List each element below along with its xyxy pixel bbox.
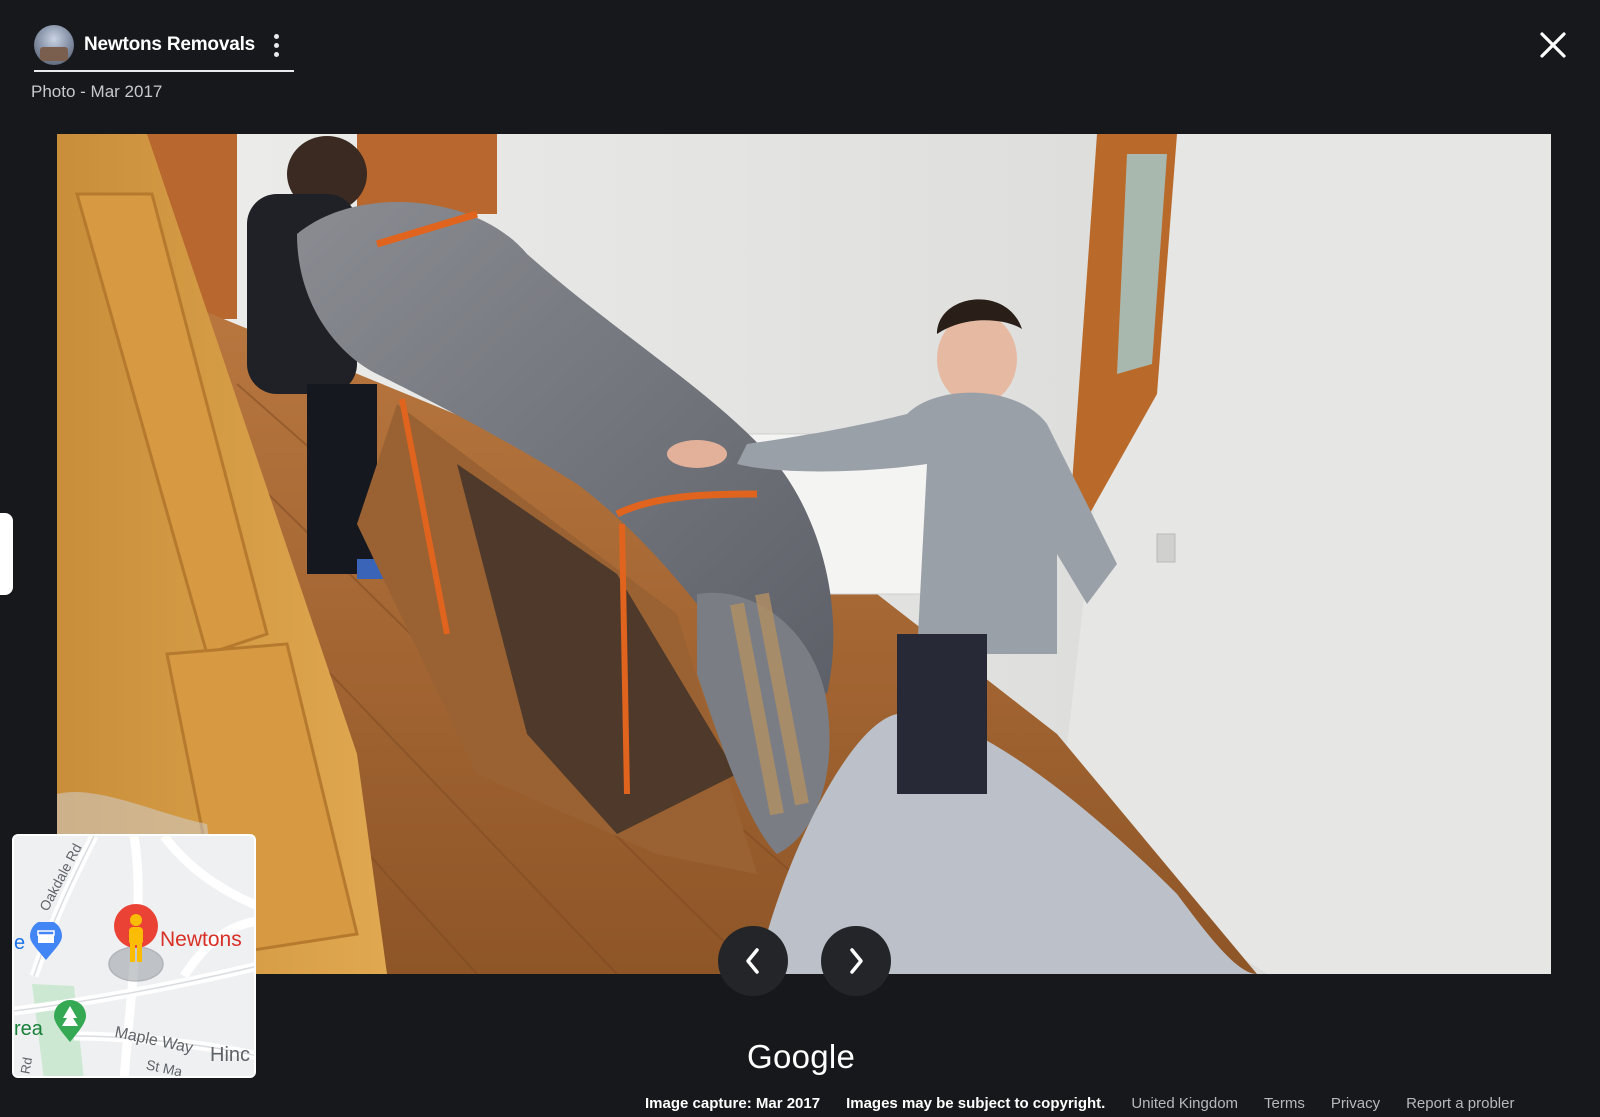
footer-report-link[interactable]: Report a probler <box>1406 1095 1514 1115</box>
footer-region[interactable]: United Kingdom <box>1131 1095 1238 1115</box>
footer-privacy-link[interactable]: Privacy <box>1331 1095 1380 1115</box>
place-avatar[interactable] <box>34 25 74 65</box>
next-photo-button[interactable] <box>821 926 891 996</box>
park-icon[interactable] <box>52 1000 88 1044</box>
footer-image-capture: Image capture: Mar 2017 <box>645 1095 821 1112</box>
map-label-area-fragment: rea <box>14 1018 43 1040</box>
close-icon[interactable] <box>1536 28 1570 62</box>
photo-viewer: Newtons Removals Photo - Mar 2017 Oakdal… <box>0 0 1600 1117</box>
place-title[interactable]: Newtons Removals <box>84 34 255 56</box>
photo-date-subtitle: Photo - Mar 2017 <box>31 82 163 101</box>
footer-bar: Image capture: Mar 2017 Images may be su… <box>645 1095 1540 1115</box>
place-pin-icon[interactable] <box>106 900 166 990</box>
map-label-corner-fragment: Rd <box>17 1056 36 1075</box>
footer-terms-link[interactable]: Terms <box>1264 1095 1305 1115</box>
previous-photo-button[interactable] <box>718 926 788 996</box>
place-header: Newtons Removals <box>34 20 294 72</box>
more-options-icon[interactable] <box>269 30 283 60</box>
chevron-left-icon <box>746 948 759 974</box>
footer-copyright: Images may be subject to copyright. <box>846 1095 1106 1112</box>
map-label-right-fragment: Hinc <box>210 1044 251 1066</box>
side-panel-handle[interactable] <box>0 513 13 595</box>
map-label-place: Newtons <box>160 928 242 951</box>
main-photo[interactable] <box>57 134 1551 974</box>
map-label-left-fragment: e <box>14 932 26 954</box>
google-logo: Google <box>747 1038 856 1075</box>
chevron-right-icon <box>850 948 863 974</box>
store-icon[interactable] <box>28 922 64 962</box>
photo-image <box>57 134 1551 974</box>
location-minimap[interactable]: Oakdale Rd Maple Way Hinc St Ma Rd e rea… <box>12 834 256 1078</box>
